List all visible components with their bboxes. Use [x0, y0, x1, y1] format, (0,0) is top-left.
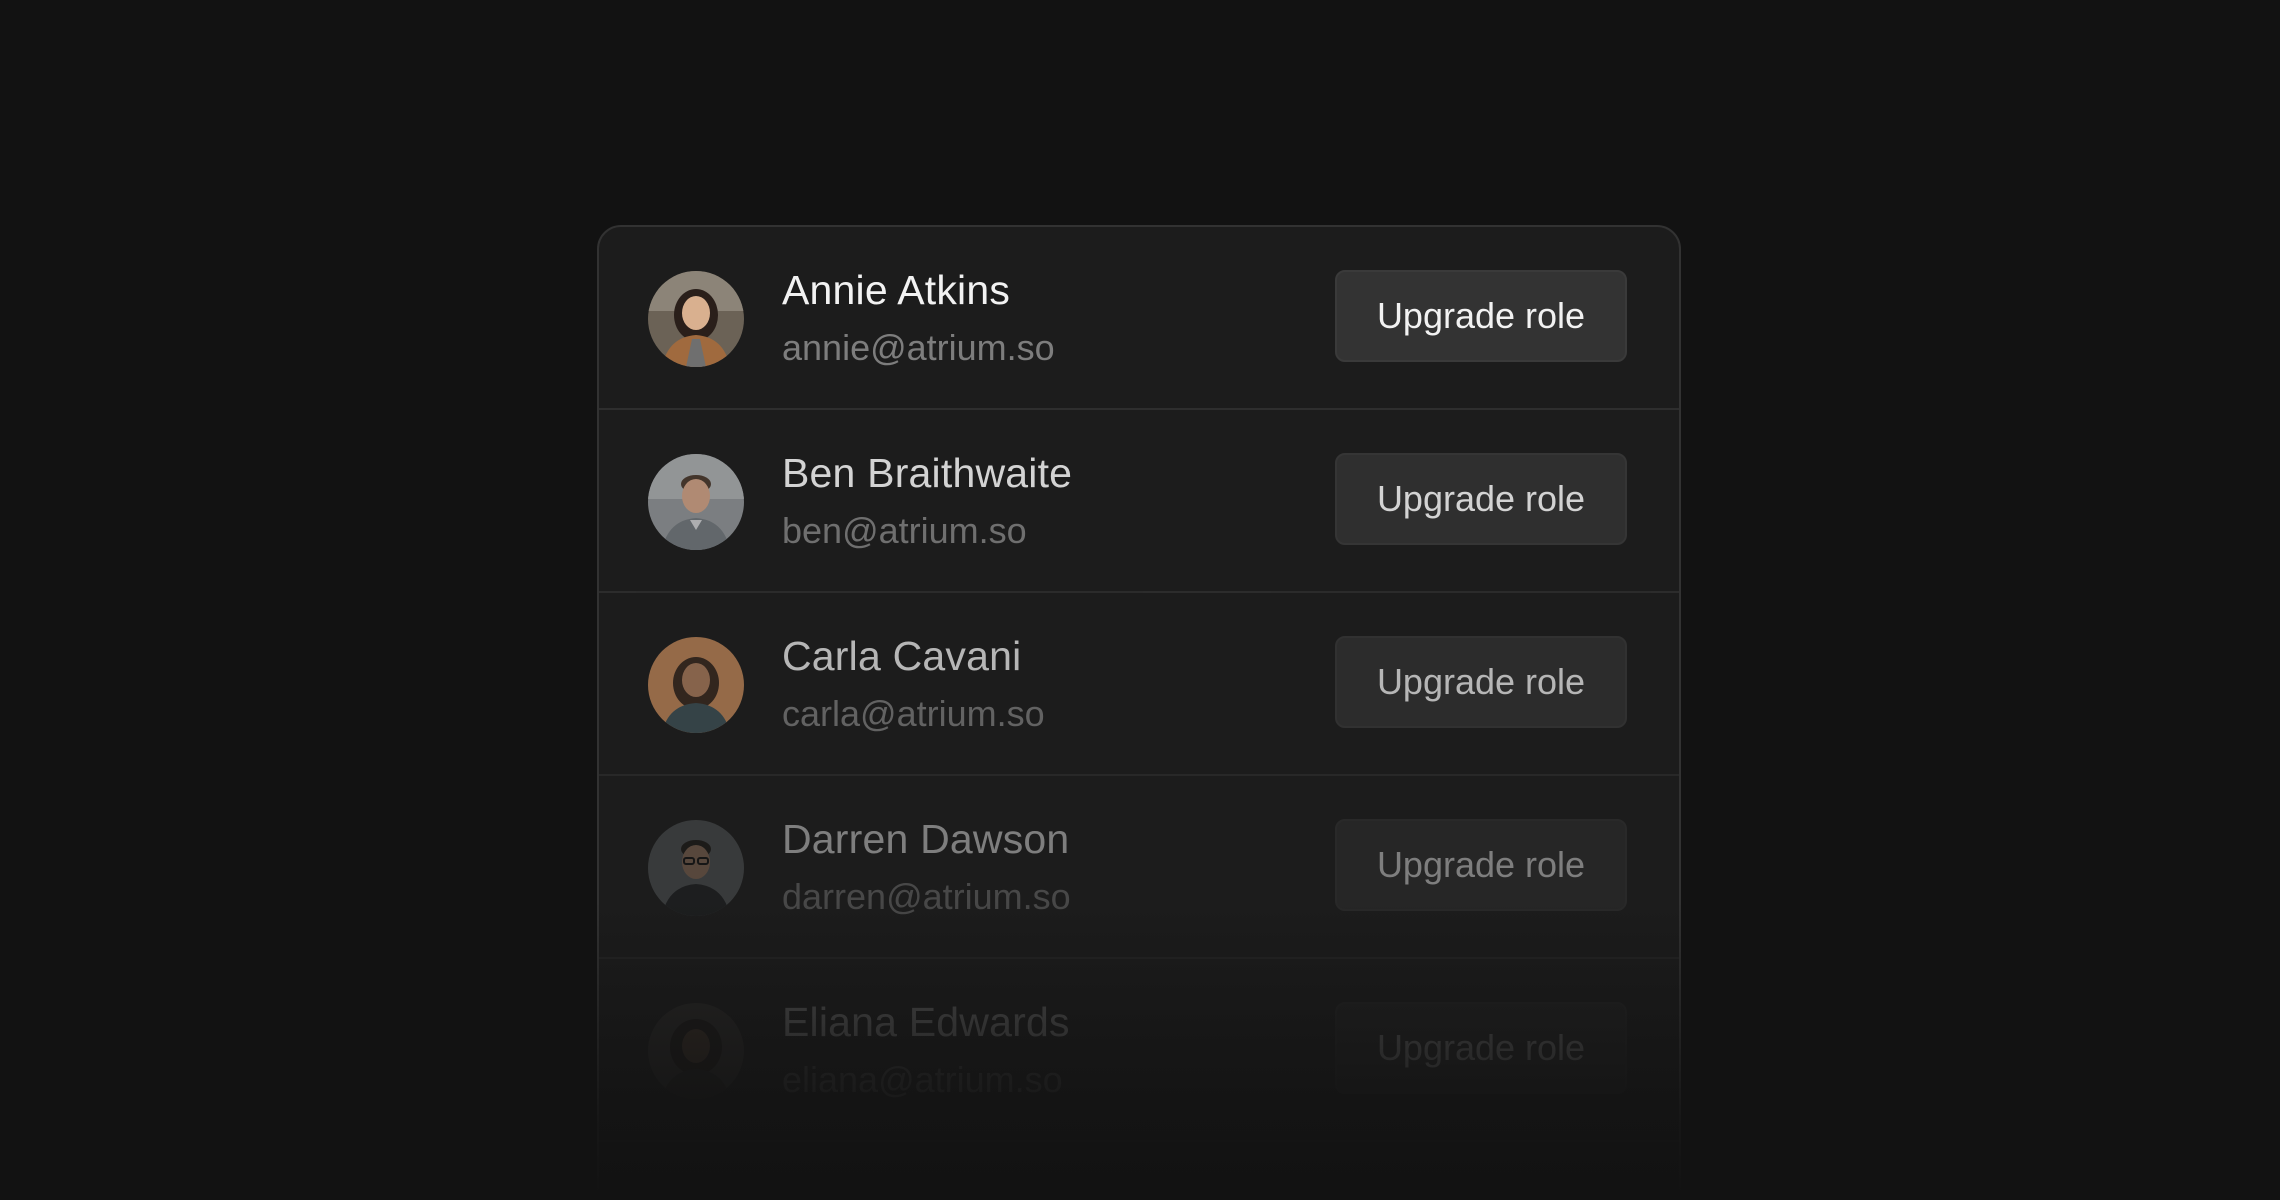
upgrade-role-button[interactable]: Upgrade role [1335, 636, 1627, 728]
page-background: Annie Atkins annie@atrium.so Upgrade rol… [0, 0, 2280, 1200]
member-name: Annie Atkins [782, 267, 1011, 313]
member-email: darren@atrium.so [782, 876, 1071, 917]
member-row: Annie Atkins annie@atrium.so Upgrade rol… [599, 227, 1679, 410]
avatar [648, 820, 744, 916]
upgrade-role-button[interactable]: Upgrade role [1335, 1002, 1627, 1094]
member-row: Carla Cavani carla@atrium.so Upgrade rol… [599, 593, 1679, 776]
avatar [648, 454, 744, 550]
avatar [648, 271, 744, 367]
member-email: eliana@atrium.so [782, 1059, 1063, 1100]
avatar-photo-ben [648, 454, 744, 550]
member-email: annie@atrium.so [782, 327, 1055, 368]
avatar-photo-darren [648, 820, 744, 916]
member-list-panel: Annie Atkins annie@atrium.so Upgrade rol… [597, 225, 1681, 1200]
member-row: Eliana Edwards eliana@atrium.so Upgrade … [599, 959, 1679, 1142]
avatar-photo-annie [648, 271, 744, 367]
member-email: carla@atrium.so [782, 693, 1045, 734]
upgrade-role-button[interactable]: Upgrade role [1335, 270, 1627, 362]
member-name: Eliana Edwards [782, 999, 1070, 1045]
upgrade-role-button[interactable]: Upgrade role [1335, 453, 1627, 545]
member-row: Darren Dawson darren@atrium.so Upgrade r… [599, 776, 1679, 959]
avatar-photo-eliana [648, 1003, 744, 1099]
member-name: Darren Dawson [782, 816, 1070, 862]
avatar [648, 1003, 744, 1099]
upgrade-role-button[interactable]: Upgrade role [1335, 819, 1627, 911]
member-name: Ben Braithwaite [782, 450, 1073, 496]
member-row: Ben Braithwaite ben@atrium.so Upgrade ro… [599, 410, 1679, 593]
member-email: ben@atrium.so [782, 510, 1027, 551]
avatar-photo-carla [648, 637, 744, 733]
avatar [648, 637, 744, 733]
member-name: Carla Cavani [782, 633, 1022, 679]
